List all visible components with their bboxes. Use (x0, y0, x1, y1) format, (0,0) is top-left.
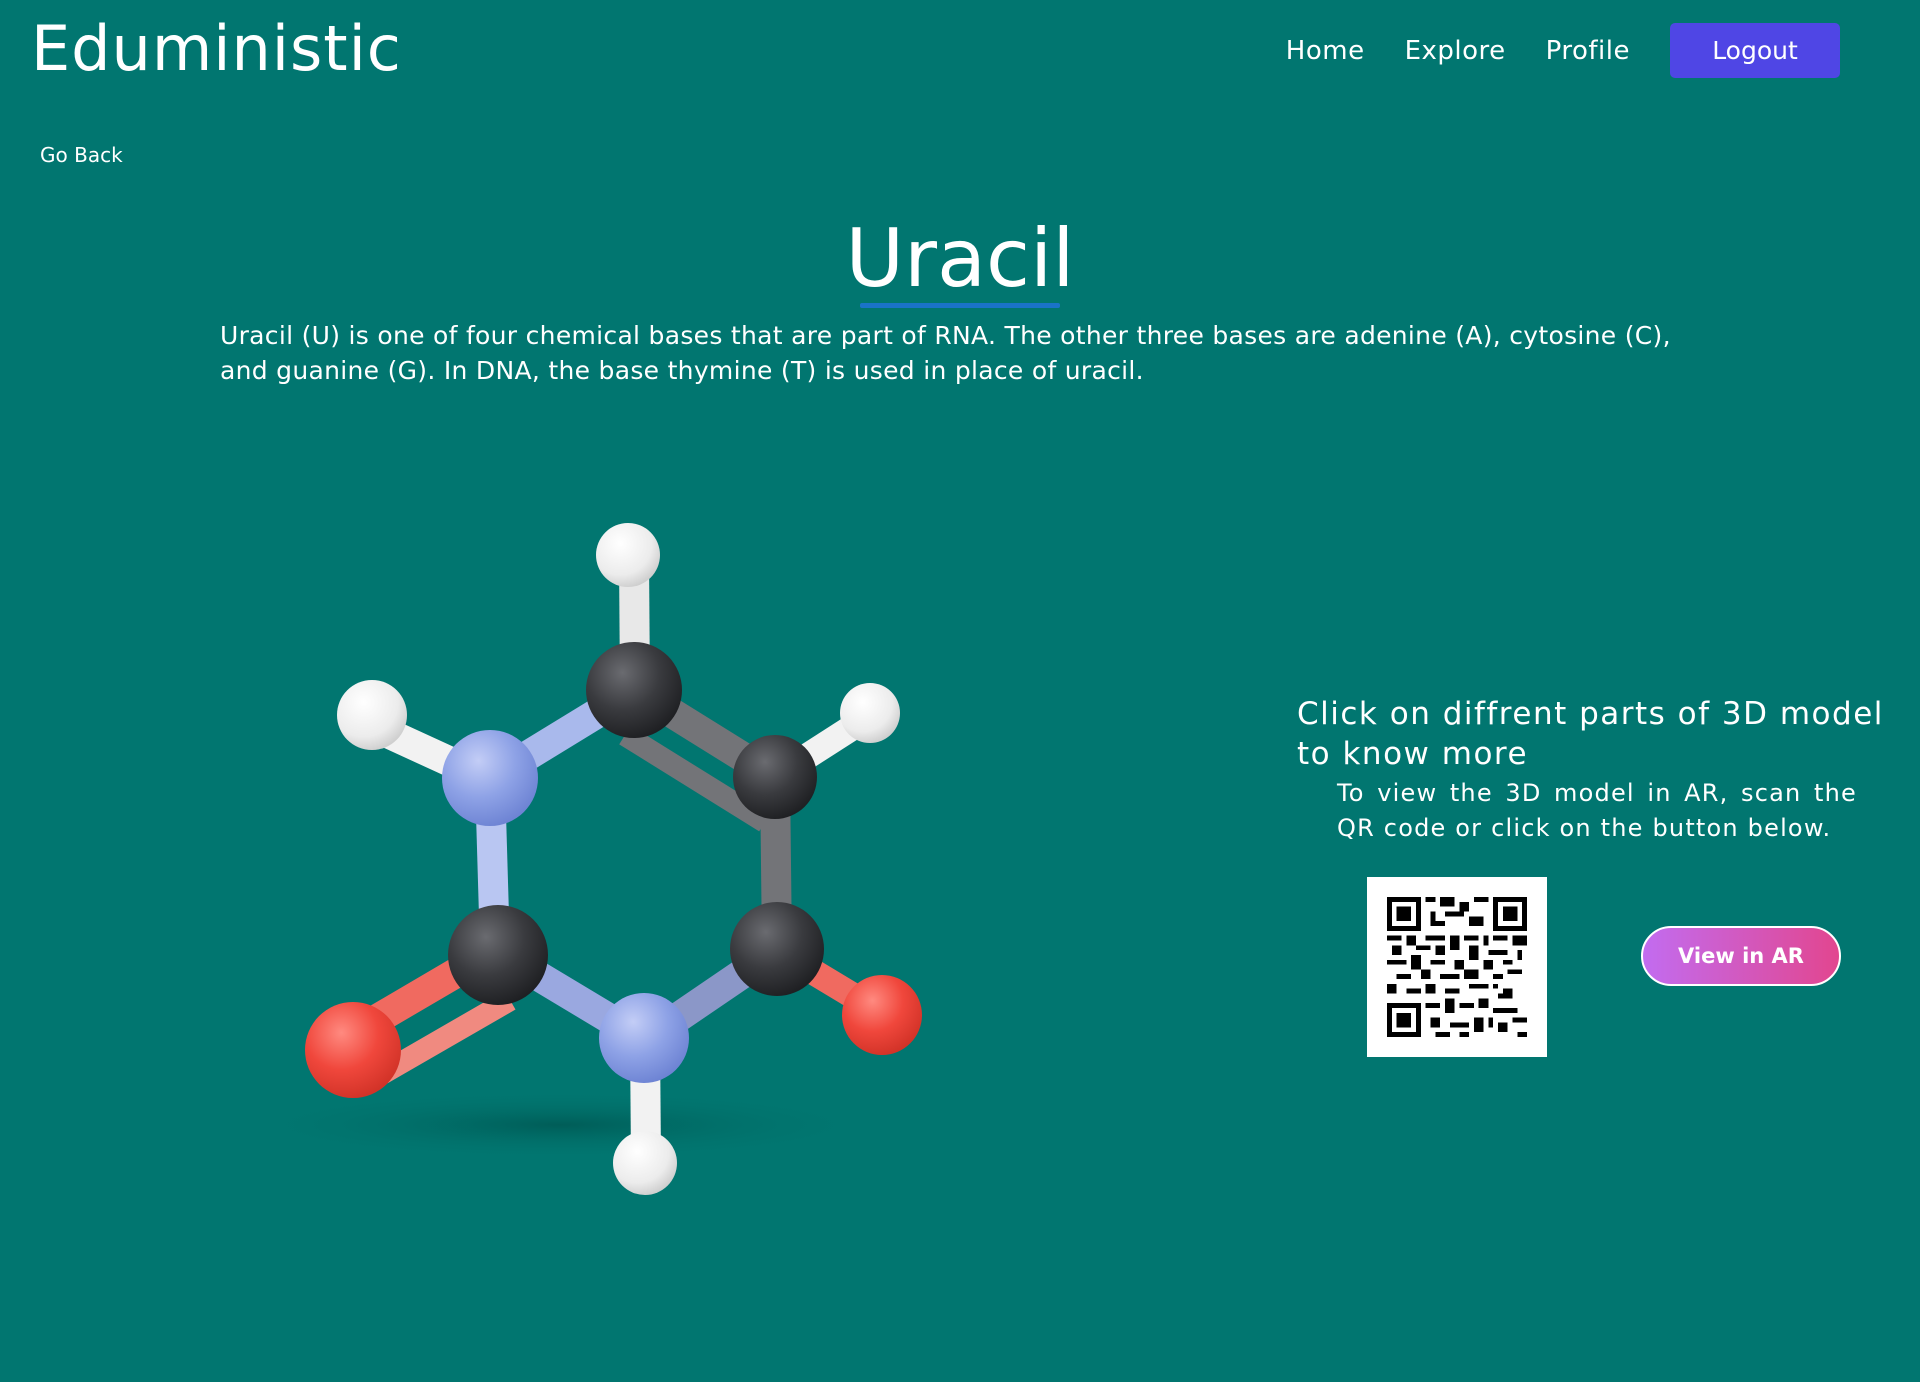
go-back-link[interactable]: Go Back (40, 143, 123, 167)
nitrogen-atom[interactable] (599, 993, 689, 1083)
oxygen-atom[interactable] (305, 1002, 401, 1098)
hydrogen-atom[interactable] (337, 680, 407, 750)
top-nav: Home Explore Profile Logout (1286, 23, 1840, 78)
hydrogen-atom[interactable] (840, 683, 900, 743)
page-title: Uracil (845, 212, 1075, 305)
view-in-ar-button[interactable]: View in AR (1641, 926, 1841, 986)
nav-explore-link[interactable]: Explore (1405, 36, 1506, 66)
molecule-3d-model[interactable] (220, 500, 980, 1220)
molecule-description: Uracil (U) is one of four chemical bases… (220, 321, 1671, 385)
carbon-atom[interactable] (586, 642, 682, 738)
qr-code[interactable] (1367, 877, 1547, 1057)
carbon-atom[interactable] (733, 735, 817, 819)
title-underline (860, 303, 1060, 308)
hydrogen-atom[interactable] (596, 523, 660, 587)
ar-instruction-text: To view the 3D model in AR, scan the QR … (1337, 779, 1857, 842)
logout-button[interactable]: Logout (1670, 23, 1840, 78)
nav-home-link[interactable]: Home (1286, 36, 1365, 66)
model-shadow (240, 1090, 880, 1160)
carbon-atom[interactable] (730, 902, 824, 996)
carbon-atom[interactable] (448, 905, 548, 1005)
nav-profile-link[interactable]: Profile (1546, 36, 1630, 66)
model-hint-heading: Click on diffrent parts of 3D model to k… (1297, 696, 1884, 772)
hydrogen-atom[interactable] (613, 1131, 677, 1195)
oxygen-atom[interactable] (842, 975, 922, 1055)
brand-logo[interactable]: Eduministic (31, 12, 402, 85)
qr-code-icon (1387, 897, 1527, 1037)
nitrogen-atom[interactable] (442, 730, 538, 826)
